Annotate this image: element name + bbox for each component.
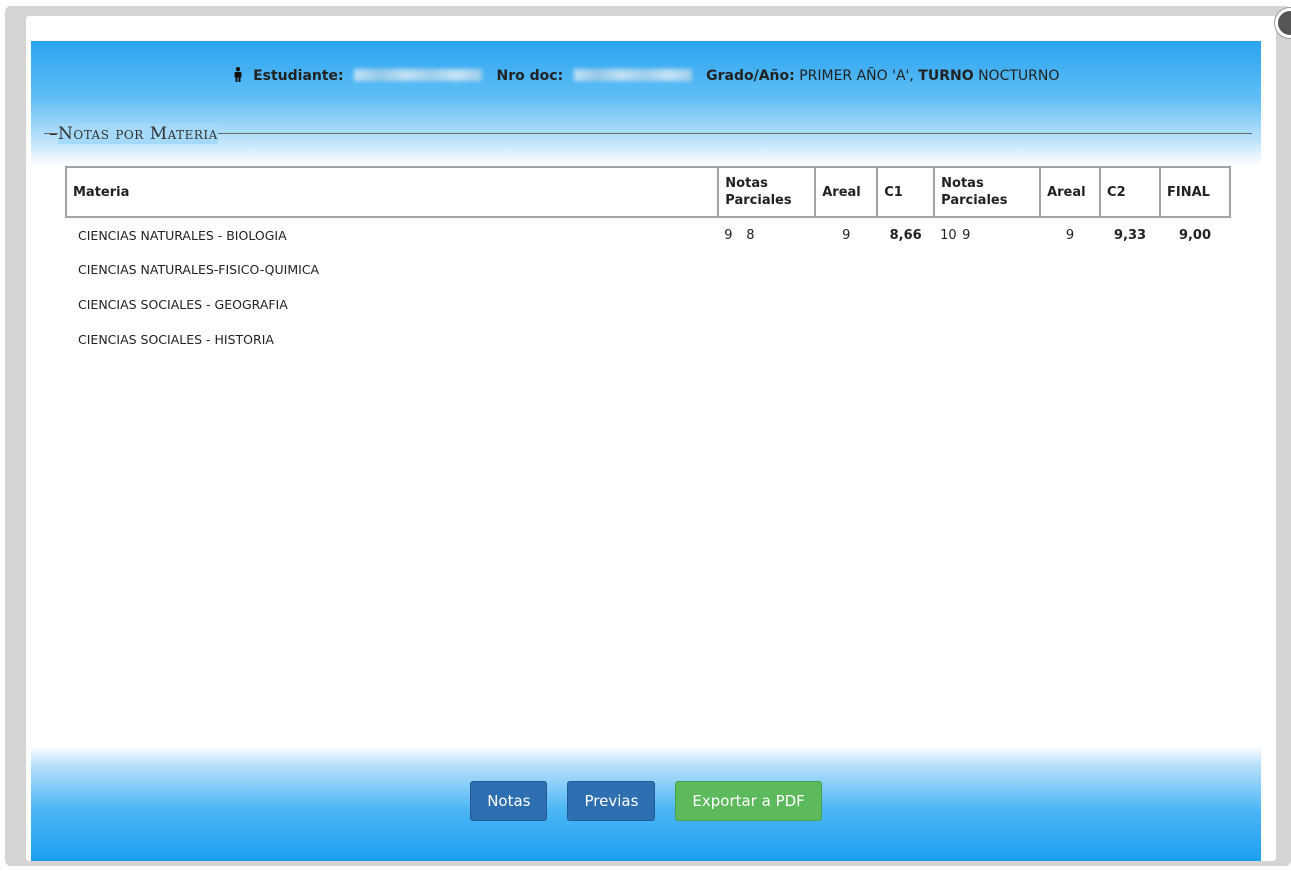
student-info: Estudiante: Nro doc: Grado/Año: PRIMER A…	[31, 67, 1261, 84]
cell-c2: 9,33	[1113, 227, 1147, 243]
section-legend: –Notas por Materia	[44, 124, 1252, 144]
previas-button[interactable]: Previas	[567, 781, 656, 821]
export-pdf-button[interactable]: Exportar a PDF	[675, 781, 822, 821]
cell-parciales-2: 10 9	[940, 227, 971, 243]
cell-areal-1: 9	[842, 227, 851, 243]
modal-content: Estudiante: Nro doc: Grado/Año: PRIMER A…	[31, 41, 1261, 861]
close-icon[interactable]	[1275, 8, 1291, 38]
cell-parciales-1	[718, 252, 815, 287]
cell-parciales-2	[934, 322, 1040, 357]
modal-frame: Estudiante: Nro doc: Grado/Año: PRIMER A…	[5, 6, 1291, 866]
header-materia: Materia	[64, 166, 720, 218]
notas-button[interactable]: Notas	[470, 781, 548, 821]
doc-label: Nro doc:	[496, 68, 564, 84]
cell-final	[1160, 287, 1230, 322]
cell-areal-2	[1040, 252, 1100, 287]
table-row: CIENCIAS SOCIALES - HISTORIA	[66, 322, 1230, 357]
grado-value: PRIMER AÑO 'A',	[799, 68, 914, 84]
cell-parciales-1	[718, 287, 815, 322]
cell-materia: CIENCIAS NATURALES - BIOLOGIA	[78, 227, 287, 243]
student-name-redacted	[354, 69, 483, 81]
grades-table: Materia Notas Parciales Areal C1 Notas P…	[64, 166, 1232, 357]
cell-materia: CIENCIAS NATURALES-FISICO-QUIMICA	[78, 262, 320, 277]
cell-final	[1160, 322, 1230, 357]
cell-areal-2	[1040, 287, 1100, 322]
header-final: FINAL	[1158, 166, 1232, 218]
cell-parciales-2	[934, 287, 1040, 322]
cell-c2	[1100, 287, 1160, 322]
header-parciales-2: Notas Parciales	[933, 166, 1042, 218]
cell-final: 9,00	[1178, 227, 1212, 243]
modal-panel: Estudiante: Nro doc: Grado/Año: PRIMER A…	[26, 8, 1291, 861]
cell-c1: 8,66	[889, 227, 922, 243]
header-background	[31, 41, 1261, 166]
cell-areal-1	[815, 287, 877, 322]
section-title: –Notas por Materia	[49, 124, 218, 144]
table-row: CIENCIAS SOCIALES - GEOGRAFIA	[66, 287, 1230, 322]
legend-line	[44, 133, 1252, 134]
table-header-row: Materia Notas Parciales Areal C1 Notas P…	[64, 166, 1232, 218]
cell-materia: CIENCIAS SOCIALES - HISTORIA	[78, 332, 274, 347]
cell-areal-2	[1040, 322, 1100, 357]
cell-parciales-2	[934, 252, 1040, 287]
cell-c2	[1100, 252, 1160, 287]
cell-areal-1	[815, 252, 877, 287]
cell-areal-2: 9	[1065, 227, 1075, 243]
header-c2: C2	[1099, 166, 1161, 218]
person-icon	[234, 67, 242, 82]
cell-c1	[877, 252, 934, 287]
cell-c2	[1100, 322, 1160, 357]
header-parciales-1: Notas Parciales	[717, 166, 817, 218]
cell-parciales-1	[718, 322, 815, 357]
cell-parciales-1: 98	[724, 227, 755, 243]
header-areal-1: Areal	[814, 166, 879, 218]
student-label: Estudiante:	[253, 68, 344, 84]
table-row: CIENCIAS NATURALES-FISICO-QUIMICA	[66, 252, 1230, 287]
turno-value: NOCTURNO	[978, 68, 1060, 84]
action-buttons: Notas Previas Exportar a PDF	[31, 781, 1261, 821]
doc-number-redacted	[573, 69, 692, 81]
header-c1: C1	[876, 166, 936, 218]
cell-areal-1	[815, 322, 877, 357]
turno-label: TURNO	[918, 68, 974, 84]
cell-materia: CIENCIAS SOCIALES - GEOGRAFIA	[78, 297, 288, 312]
table-row: CIENCIAS NATURALES - BIOLOGIA 98 9 8,66 …	[66, 217, 1230, 252]
cell-final	[1160, 252, 1230, 287]
cell-c1	[877, 322, 934, 357]
header-areal-2: Areal	[1039, 166, 1102, 218]
cell-c1	[877, 287, 934, 322]
grado-label: Grado/Año:	[706, 68, 795, 84]
